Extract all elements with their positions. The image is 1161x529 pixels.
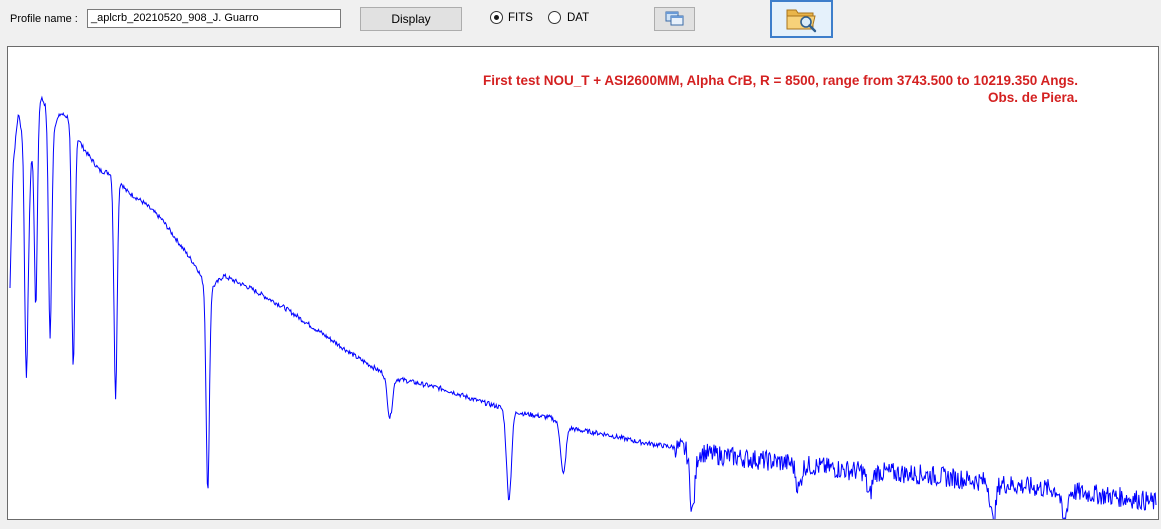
profile-name-label: Profile name : — [10, 13, 78, 25]
dat-radio[interactable] — [548, 11, 561, 24]
spectrum-series-line — [9, 95, 1157, 519]
open-folder-button[interactable] — [770, 0, 833, 38]
dat-radio-label[interactable]: DAT — [567, 12, 589, 24]
spectrum-plot: First test NOU_T + ASI2600MM, Alpha CrB,… — [7, 46, 1159, 520]
folder-search-icon — [786, 9, 817, 33]
fits-radio[interactable] — [490, 11, 503, 24]
profile-name-input[interactable]: _aplcrb_20210520_908_J. Guarro — [87, 9, 341, 28]
plot-title-line1: First test NOU_T + ASI2600MM, Alpha CrB,… — [483, 73, 1078, 88]
spectrum-plot-area — [9, 95, 1157, 519]
display-button[interactable]: Display — [360, 7, 462, 31]
plot-title: First test NOU_T + ASI2600MM, Alpha CrB,… — [483, 72, 1078, 106]
fits-radio-label[interactable]: FITS — [508, 12, 533, 24]
plot-title-line2: Obs. de Piera. — [987, 90, 1078, 105]
copy-windows-icon — [665, 11, 684, 26]
copy-button[interactable] — [654, 7, 695, 31]
